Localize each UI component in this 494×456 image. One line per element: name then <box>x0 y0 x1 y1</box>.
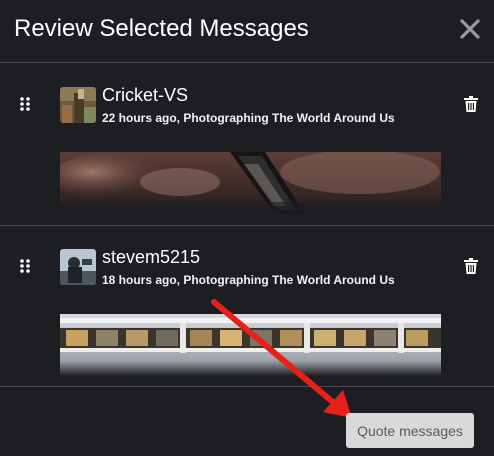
close-icon[interactable] <box>458 17 482 41</box>
dialog-header: Review Selected Messages <box>0 0 494 63</box>
quote-messages-button[interactable]: Quote messages <box>346 413 474 448</box>
message-meta[interactable]: 22 hours ago, Photographing The World Ar… <box>102 111 395 125</box>
drag-handle-icon[interactable] <box>20 259 30 277</box>
trash-icon[interactable] <box>464 96 478 112</box>
message-meta[interactable]: 18 hours ago, Photographing The World Ar… <box>102 273 395 287</box>
message-image[interactable] <box>60 314 441 376</box>
dialog-title: Review Selected Messages <box>14 15 309 42</box>
trash-icon[interactable] <box>464 258 478 274</box>
message-author[interactable]: stevem5215 <box>102 247 200 268</box>
selected-message: stevem5215 18 hours ago, Photographing T… <box>0 226 494 387</box>
message-image[interactable] <box>60 152 441 214</box>
selected-message: Cricket-VS 22 hours ago, Photographing T… <box>0 64 494 226</box>
drag-handle-icon[interactable] <box>20 97 30 115</box>
message-author[interactable]: Cricket-VS <box>102 85 188 106</box>
avatar[interactable] <box>60 87 96 123</box>
review-messages-dialog: Review Selected Messages Cricket-VS 22 h… <box>0 0 494 456</box>
avatar[interactable] <box>60 249 96 285</box>
